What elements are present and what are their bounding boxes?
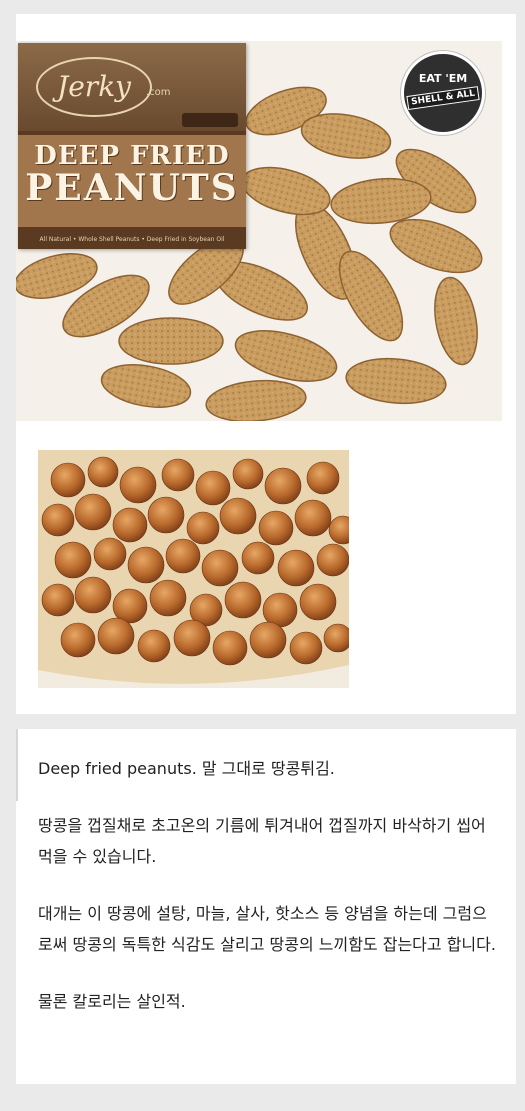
paragraph-4: 물론 칼로리는 살인적. [38, 992, 186, 1011]
jerky-logo-domain: .com [146, 87, 171, 98]
fried-peanuts-bowl-photo[interactable] [38, 450, 349, 688]
product-title: DEEP FRIED PEANUTS [18, 135, 246, 227]
jerky-logo: Jerky [36, 57, 152, 117]
fried-peanuts-illustration [38, 450, 349, 688]
image-card: Jerky .com DEEP FRIED PEANUTS All Natura… [16, 14, 516, 714]
product-title-line2: PEANUTS [25, 167, 239, 209]
scroll-indicator [16, 729, 18, 801]
peanut-icon [182, 113, 238, 127]
text-card: Deep fried peanuts. 말 그대로 땅콩튀김. 땅콩을 껍질채로… [16, 729, 516, 1084]
product-tagline: All Natural • Whole Shell Peanuts • Deep… [39, 236, 225, 243]
post-body: Deep fried peanuts. 말 그대로 땅콩튀김. 땅콩을 껍질채로… [38, 753, 498, 1043]
badge-text-top: EAT 'EM [418, 72, 468, 85]
product-title-line1: DEEP FRIED [34, 141, 230, 171]
eat-em-badge: EAT 'EM SHELL & ALL [401, 51, 485, 135]
badge-text-bottom: SHELL & ALL [406, 86, 480, 110]
paragraph-1: Deep fried peanuts. 말 그대로 땅콩튀김. [38, 759, 335, 778]
deep-fried-peanuts-photo[interactable]: Jerky .com DEEP FRIED PEANUTS All Natura… [16, 41, 502, 421]
brand-label: Jerky .com DEEP FRIED PEANUTS All Natura… [18, 43, 246, 249]
paragraph-2: 땅콩을 껍질채로 초고온의 기름에 튀겨내어 껍질까지 바삭하기 씹어먹을 수 … [38, 816, 486, 866]
paragraph-3: 대개는 이 땅콩에 설탕, 마늘, 살사, 핫소스 등 양념을 하는데 그럼으로… [38, 904, 496, 954]
